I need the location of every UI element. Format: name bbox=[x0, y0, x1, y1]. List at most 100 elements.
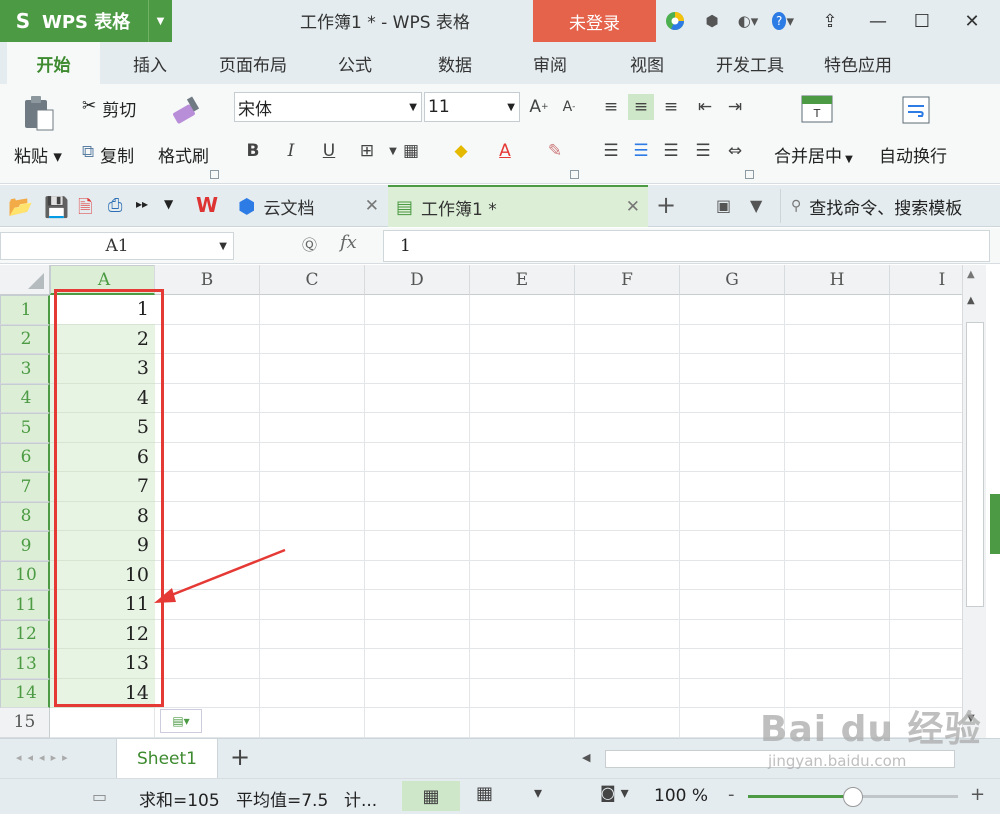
column-header[interactable]: F bbox=[575, 265, 680, 295]
close-button[interactable]: ✕ bbox=[948, 0, 996, 42]
increase-indent-icon[interactable]: ⇥ bbox=[722, 94, 748, 120]
alignment-launcher-icon[interactable] bbox=[745, 170, 754, 179]
merge-center-icon[interactable]: T bbox=[800, 94, 836, 126]
align-middle-icon[interactable]: ≡ bbox=[628, 94, 654, 120]
wrap-text-button[interactable]: 自动换行 bbox=[879, 142, 947, 167]
font-color-icon[interactable]: A bbox=[492, 138, 518, 164]
login-button[interactable]: 未登录 bbox=[533, 0, 656, 42]
row-header[interactable]: 14 bbox=[0, 678, 50, 708]
clipboard-launcher-icon[interactable] bbox=[210, 170, 219, 179]
save-icon[interactable]: 💾 bbox=[44, 195, 69, 219]
insert-function-icon[interactable]: fx bbox=[340, 232, 357, 253]
align-bottom-icon[interactable]: ≡ bbox=[658, 94, 684, 120]
paste-button[interactable]: 粘贴 ▾ bbox=[14, 142, 62, 167]
spreadsheet-grid[interactable]: ABCDEFGHI 1 2 3 4 5 6 7 8 9 10 11 12 13 14 15 12345678… bbox=[0, 265, 962, 738]
cell-style-icon[interactable]: ▦ bbox=[398, 138, 424, 164]
wrap-text-icon[interactable] bbox=[900, 94, 934, 128]
format-painter-icon[interactable] bbox=[170, 94, 206, 130]
tab-special[interactable]: 特色应用 bbox=[813, 42, 903, 84]
zoom-slider-handle[interactable] bbox=[843, 787, 863, 807]
add-sheet-button[interactable]: + bbox=[230, 743, 250, 771]
tab-formulas[interactable]: 公式 bbox=[320, 42, 390, 84]
scroll-up-icon[interactable]: ▲ bbox=[967, 269, 975, 280]
bold-icon[interactable]: B bbox=[240, 138, 266, 164]
row-header[interactable]: 6 bbox=[0, 442, 50, 472]
zoom-formula-icon[interactable]: Ⓠ bbox=[302, 234, 317, 255]
close-icon[interactable]: ✕ bbox=[365, 196, 379, 216]
app-menu-dropdown-icon[interactable]: ▼ bbox=[148, 0, 172, 42]
close-icon[interactable]: ✕ bbox=[626, 197, 640, 217]
print-icon[interactable]: ⎙ bbox=[108, 195, 122, 216]
bookmark-icon[interactable]: ▼ bbox=[750, 196, 762, 215]
row-header[interactable]: 5 bbox=[0, 413, 50, 443]
more-arrows-icon[interactable]: ▸▸ bbox=[136, 197, 148, 211]
row-header[interactable]: 15 bbox=[0, 708, 50, 738]
row-header[interactable]: 13 bbox=[0, 649, 50, 679]
normal-view-button[interactable]: ▦ bbox=[402, 781, 460, 811]
fill-color-icon[interactable]: ◆ bbox=[448, 138, 474, 164]
side-panel-toggle[interactable] bbox=[990, 494, 1000, 554]
formula-input[interactable]: 1 bbox=[383, 230, 990, 262]
justify-icon[interactable]: ☰ bbox=[690, 138, 716, 164]
row-header[interactable]: 1 bbox=[0, 295, 50, 325]
autofill-options-icon[interactable]: ▤▾ bbox=[160, 709, 202, 733]
export-pdf-icon[interactable]: 🗎 bbox=[78, 195, 92, 225]
tab-review[interactable]: 审阅 bbox=[515, 42, 585, 84]
skin-icon[interactable]: ⬢ bbox=[701, 10, 723, 32]
merge-center-button[interactable]: 合并居中 ▼ bbox=[774, 142, 853, 167]
page-break-view-button[interactable]: ▦ bbox=[476, 783, 493, 804]
format-painter-button[interactable]: 格式刷 bbox=[158, 142, 209, 167]
screen-icon[interactable]: ▣ bbox=[716, 196, 731, 215]
scroll-up-icon[interactable]: ▲ bbox=[967, 295, 975, 306]
tab-home[interactable]: 开始 bbox=[7, 42, 100, 84]
vertical-scroll-thumb[interactable] bbox=[966, 322, 984, 607]
tab-cloud-docs[interactable]: ⬢ 云文档 ✕ bbox=[238, 185, 383, 227]
eye-protection-button[interactable]: ◙ ▾ bbox=[600, 783, 629, 802]
column-header[interactable]: E bbox=[470, 265, 575, 295]
app-menu-button[interactable]: S WPS 表格 ▼ bbox=[0, 0, 172, 42]
align-center-icon[interactable]: ☰ bbox=[628, 138, 654, 164]
font-size-select[interactable]: 11 ▼ bbox=[424, 92, 520, 122]
tab-page-layout[interactable]: 页面布局 bbox=[203, 42, 303, 84]
column-header[interactable]: C bbox=[260, 265, 365, 295]
chevron-down-icon[interactable]: ▼ bbox=[164, 197, 173, 211]
clear-icon[interactable]: ✎ bbox=[542, 138, 568, 164]
row-header[interactable]: 10 bbox=[0, 560, 50, 590]
row-header[interactable]: 9 bbox=[0, 531, 50, 561]
browser-icon[interactable] bbox=[664, 10, 686, 32]
row-header[interactable]: 2 bbox=[0, 324, 50, 354]
row-header[interactable]: 7 bbox=[0, 472, 50, 502]
row-header[interactable]: 3 bbox=[0, 354, 50, 384]
font-launcher-icon[interactable] bbox=[570, 170, 579, 179]
row-header[interactable]: 8 bbox=[0, 501, 50, 531]
cut-button[interactable]: ✂ 剪切 bbox=[82, 96, 136, 121]
tab-data[interactable]: 数据 bbox=[420, 42, 490, 84]
paste-icon[interactable] bbox=[22, 94, 58, 134]
help-icon[interactable]: ? ▾ bbox=[772, 10, 794, 32]
tab-insert[interactable]: 插入 bbox=[110, 42, 190, 84]
borders-icon[interactable]: ⊞ bbox=[354, 138, 380, 164]
sheet-nav-arrows-icon[interactable]: ◂◂◂▸▸ bbox=[16, 751, 74, 764]
tab-workbook1[interactable]: ▤ 工作簿1 * ✕ bbox=[388, 185, 648, 227]
restore-up-icon[interactable]: ⇪ bbox=[806, 0, 854, 42]
row-header[interactable]: 11 bbox=[0, 590, 50, 620]
align-top-icon[interactable]: ≡ bbox=[598, 94, 624, 120]
column-header[interactable]: G bbox=[680, 265, 785, 295]
tab-developer[interactable]: 开发工具 bbox=[705, 42, 795, 84]
sheet-tab-sheet1[interactable]: Sheet1 bbox=[116, 739, 218, 779]
copy-button[interactable]: ⧉ 复制 bbox=[82, 142, 134, 167]
decrease-indent-icon[interactable]: ⇤ bbox=[692, 94, 718, 120]
column-header[interactable]: D bbox=[365, 265, 470, 295]
column-header[interactable]: B bbox=[155, 265, 260, 295]
zoom-in-button[interactable]: + bbox=[970, 784, 985, 805]
row-header[interactable]: 12 bbox=[0, 619, 50, 649]
zoom-out-button[interactable]: - bbox=[728, 784, 735, 805]
select-all-corner[interactable] bbox=[0, 265, 50, 295]
column-header[interactable]: H bbox=[785, 265, 890, 295]
row-header[interactable]: 4 bbox=[0, 383, 50, 413]
decrease-font-icon[interactable]: A- bbox=[556, 94, 582, 120]
font-name-select[interactable]: 宋体 ▼ bbox=[234, 92, 422, 122]
reading-mode-button[interactable]: ▾ bbox=[534, 783, 542, 802]
new-tab-button[interactable]: + bbox=[656, 191, 676, 219]
minimize-button[interactable]: — bbox=[854, 0, 902, 42]
